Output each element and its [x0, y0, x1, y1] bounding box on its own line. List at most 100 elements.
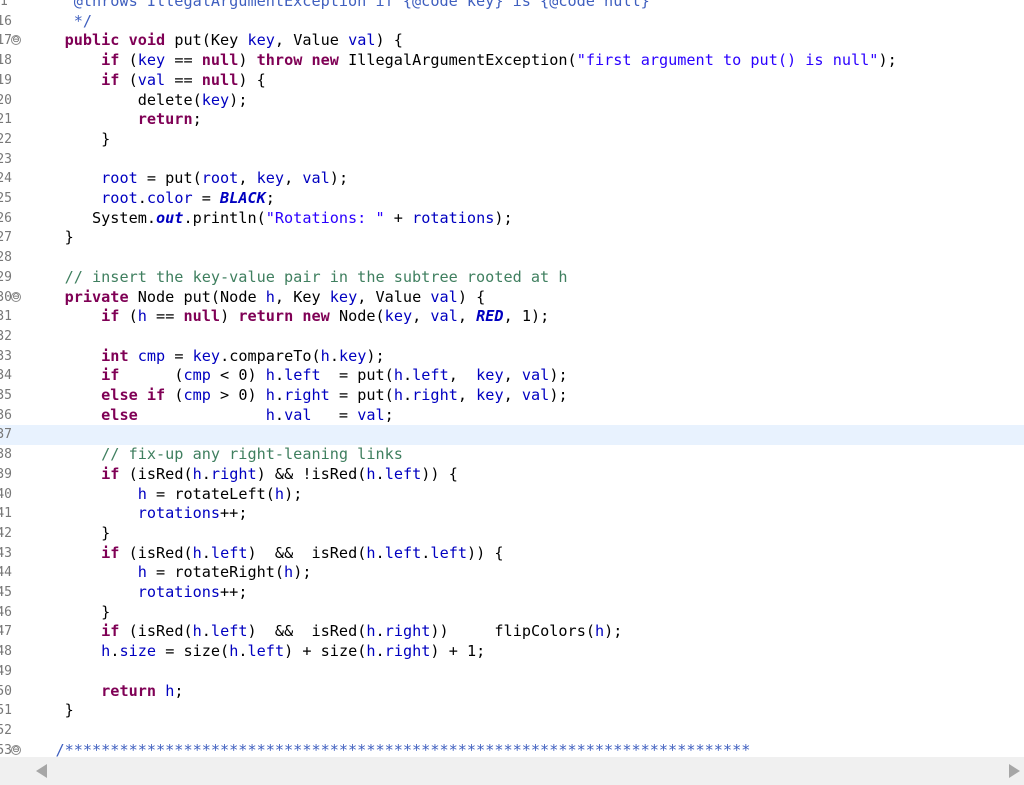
code-token: } — [28, 228, 74, 247]
code-line[interactable]: 30 ⊖ private Node put(Node h, Key key, Va… — [0, 288, 1024, 308]
arrow-right-icon[interactable] — [1009, 764, 1020, 778]
code-text: h = rotateLeft(h); — [28, 485, 303, 505]
code-line[interactable]: 52 — [0, 721, 1024, 741]
code-token: ( — [119, 307, 138, 326]
code-text: } — [28, 603, 110, 623]
code-line[interactable]: 42 } — [0, 524, 1024, 544]
fold-toggle-icon[interactable]: ⊖ — [11, 744, 21, 755]
code-token: > 0) — [210, 386, 266, 404]
code-line[interactable]: 23 — [0, 150, 1024, 170]
line-number: 38 — [0, 447, 12, 463]
code-token: null — [201, 51, 239, 70]
code-token: , — [457, 386, 477, 404]
code-line[interactable]: 40 h = rotateLeft(h); — [0, 485, 1024, 505]
code-text: if (isRed(h.right) && !isRed(h.left)) { — [28, 465, 458, 485]
fold-toggle-icon[interactable]: ⊖ — [11, 35, 21, 46]
code-line[interactable]: 16 */ — [0, 12, 1024, 32]
code-line[interactable]: 27 } — [0, 228, 1024, 248]
code-line[interactable]: 36 else h.val = val; — [0, 406, 1024, 426]
code-line[interactable]: 46 } — [0, 603, 1024, 623]
code-line[interactable]: 32 — [0, 327, 1024, 347]
code-text: h.size = size(h.left) + size(h.right) + … — [28, 642, 485, 662]
code-token: left — [384, 464, 422, 483]
code-token: = put( — [137, 169, 202, 188]
code-line[interactable]: 26 System.out.println("Rotations: " + ro… — [0, 209, 1024, 229]
code-token: h — [137, 563, 147, 582]
code-token: Node( — [329, 307, 385, 326]
code-line[interactable]: 48 h.size = size(h.left) + size(h.right)… — [0, 642, 1024, 662]
code-token: key — [329, 287, 358, 306]
code-line[interactable]: 51 } — [0, 701, 1024, 721]
code-line[interactable]: 45 rotations++; — [0, 583, 1024, 603]
code-line[interactable]: 47 if (isRed(h.left) && isRed(h.right)) … — [0, 622, 1024, 642]
code-text: if (isRed(h.left) && isRed(h.right)) fli… — [28, 622, 622, 642]
code-text: } — [28, 701, 74, 721]
arrow-left-icon[interactable] — [36, 764, 47, 778]
code-line[interactable]: 53 ⊖ /***********************************… — [0, 741, 1024, 757]
code-line[interactable]: 33 int cmp = key.compareTo(h.key); — [0, 347, 1024, 367]
code-token: else if — [101, 386, 166, 404]
code-line[interactable]: 20 delete(key); — [0, 91, 1024, 111]
code-token: else — [101, 405, 138, 424]
code-token: left — [247, 642, 285, 661]
code-line[interactable]: 41 rotations++; — [0, 504, 1024, 524]
code-line[interactable]: 1 @throws IllegalArgumentException if {@… — [0, 0, 1024, 12]
code-token: ; — [192, 110, 202, 129]
code-line[interactable]: 22 } — [0, 130, 1024, 150]
code-editor[interactable]: 1 @throws IllegalArgumentException if {@… — [0, 0, 1024, 757]
code-line[interactable]: 17 ⊖ public void put(Key key, Value val) … — [0, 31, 1024, 51]
code-token: . — [402, 386, 413, 404]
fold-toggle-icon[interactable]: ⊖ — [11, 291, 21, 302]
code-token: , Value — [357, 287, 431, 306]
code-token: key — [201, 90, 230, 109]
code-token: h — [366, 464, 376, 483]
code-line[interactable]: 35 else if (cmp > 0) h.right = put(h.rig… — [0, 386, 1024, 406]
line-number: 22 — [0, 131, 12, 147]
code-line[interactable]: 19 if (val == null) { — [0, 71, 1024, 91]
code-line[interactable]: 43 if (isRed(h.left) && isRed(h.left.lef… — [0, 544, 1024, 564]
code-line[interactable]: 34 if (cmp < 0) h.left = put(h.left, key… — [0, 366, 1024, 386]
code-token: key — [476, 386, 504, 404]
line-number: 46 — [0, 604, 12, 620]
code-line[interactable]: 44 h = rotateRight(h); — [0, 563, 1024, 583]
code-line[interactable]: 38 // fix-up any right-leaning links — [0, 445, 1024, 465]
code-token: key — [384, 307, 413, 326]
code-line[interactable]: 31 if (h == null) return new Node(key, v… — [0, 307, 1024, 327]
code-token: throw new — [256, 51, 339, 70]
code-line[interactable]: 39 if (isRed(h.right) && !isRed(h.left))… — [0, 465, 1024, 485]
code-token: key — [192, 346, 221, 365]
code-text: return h; — [28, 682, 183, 702]
code-token: .println( — [183, 208, 266, 227]
code-token: . — [274, 366, 285, 385]
line-number: 32 — [0, 328, 12, 344]
line-number: 50 — [0, 683, 12, 699]
code-line[interactable]: 18 if (key == null) throw new IllegalArg… — [0, 51, 1024, 71]
code-token: val — [302, 169, 330, 188]
code-line[interactable]: 25 root.color = BLACK; — [0, 189, 1024, 209]
code-line[interactable]: 29 // insert the key-value pair in the s… — [0, 268, 1024, 288]
code-token: if — [101, 464, 120, 483]
code-token: h — [366, 543, 376, 562]
code-token: right — [284, 386, 330, 404]
code-token: )) flipColors( — [430, 622, 595, 641]
code-token: if — [101, 366, 120, 385]
code-line[interactable]: 37 — [0, 425, 1024, 446]
code-line[interactable]: 50 return h; — [0, 682, 1024, 702]
code-token: h — [366, 622, 376, 641]
code-token: == — [165, 70, 202, 89]
code-line[interactable]: 24 root = put(root, key, val); — [0, 169, 1024, 189]
code-token: ) { — [375, 31, 403, 50]
code-text: // fix-up any right-leaning links — [28, 445, 403, 465]
code-token: } — [28, 129, 111, 148]
code-token: size — [119, 642, 157, 661]
code-line[interactable]: 21 return; — [0, 110, 1024, 130]
code-line[interactable]: 49 — [0, 662, 1024, 682]
code-text: System.out.println("Rotations: " + rotat… — [28, 209, 513, 229]
code-token: ); — [549, 386, 568, 404]
horizontal-scrollbar[interactable] — [0, 757, 1024, 785]
code-line[interactable]: 28 — [0, 248, 1024, 268]
